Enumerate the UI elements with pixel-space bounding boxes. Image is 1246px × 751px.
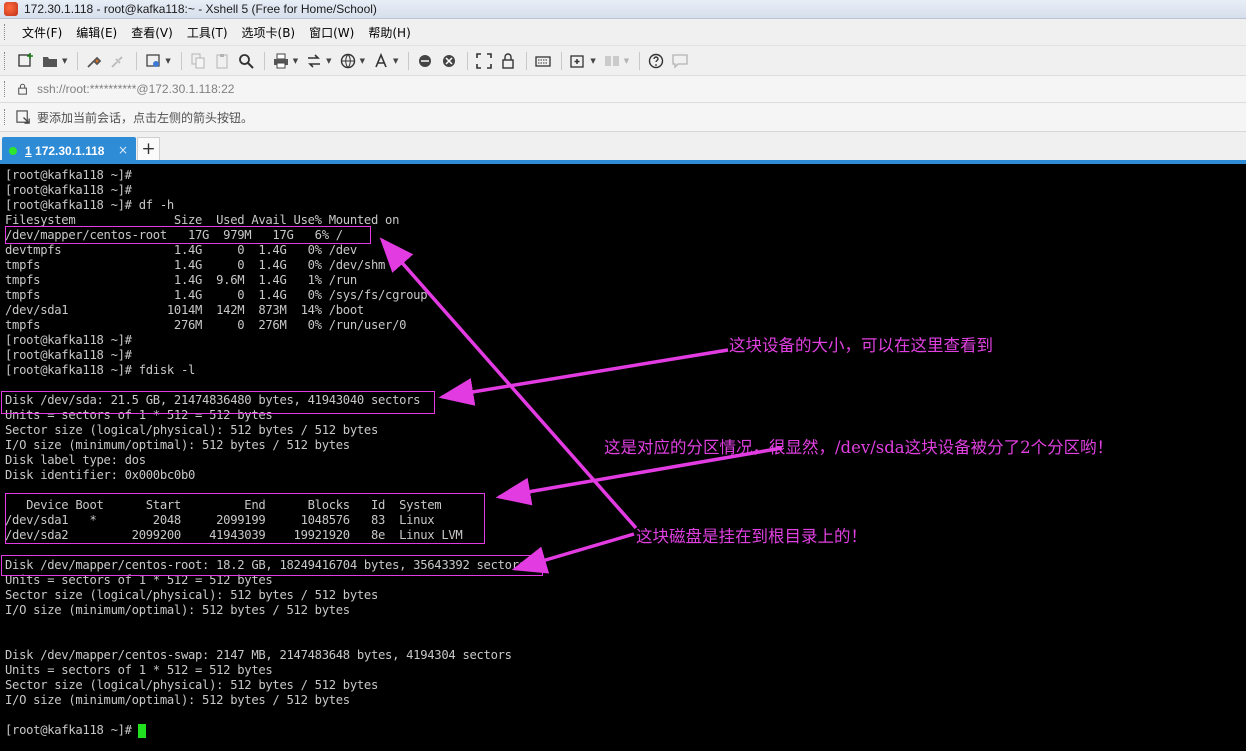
arrow-root-to-mount <box>379 237 638 530</box>
annotation-arrows <box>379 237 783 574</box>
annotation-note-root-mount: 这块磁盘是挂在到根目录上的！ <box>636 527 867 546</box>
annotation-note-disk-size: 这块设备的大小，可以在这里查看到 <box>729 336 993 355</box>
arrow-root-to-disk <box>511 532 635 574</box>
annotation-note-partitions: 这是对应的分区情况，很显然，/dev/sda这块设备被分了2个分区哟！ <box>604 438 1114 457</box>
